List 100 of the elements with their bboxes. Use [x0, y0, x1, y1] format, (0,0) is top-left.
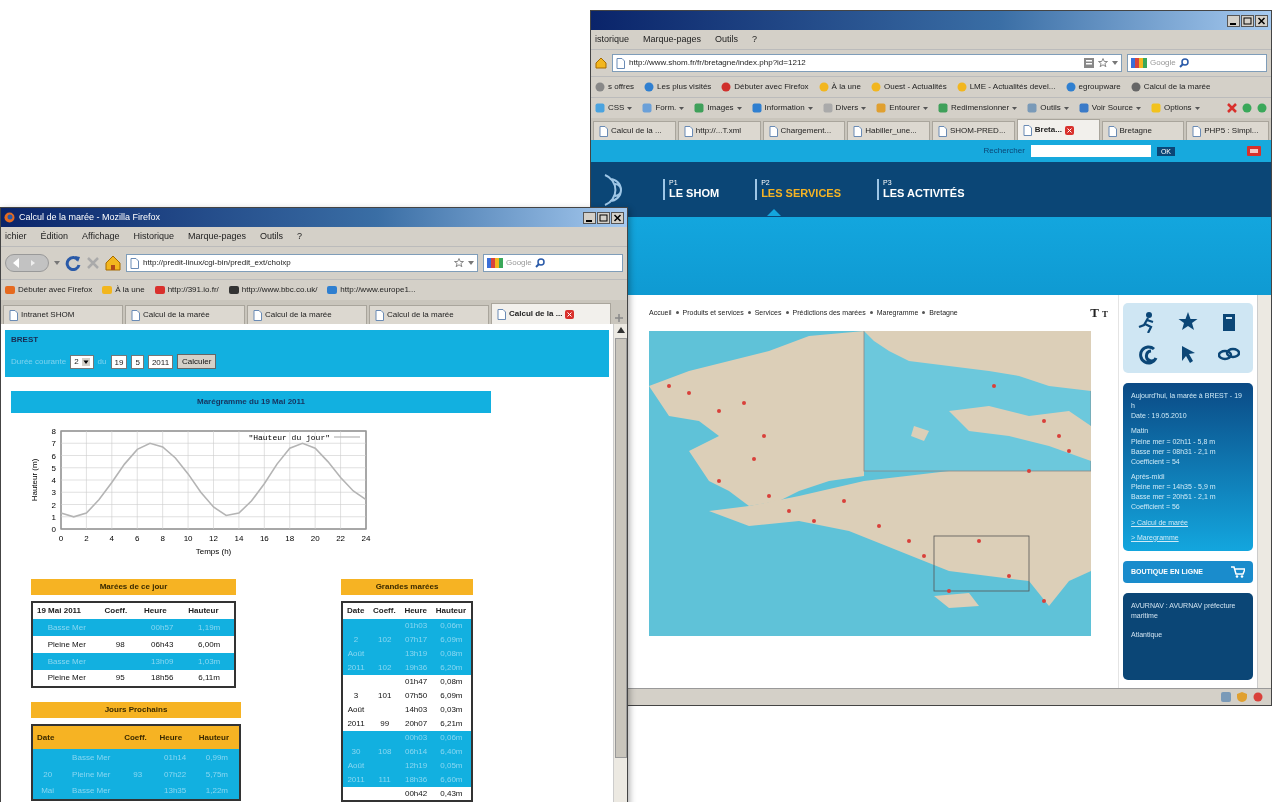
minimize-icon[interactable] — [1227, 14, 1240, 27]
duration-select[interactable]: 2 — [70, 354, 94, 369]
address-bar[interactable]: http://predit-linux/cgi-bin/predit_ext/choixp — [126, 254, 478, 272]
table-cell: 07h50 — [404, 691, 428, 700]
flag-icon[interactable] — [1247, 146, 1261, 156]
bookmark-icon — [644, 82, 655, 92]
plugin-icon[interactable] — [1253, 692, 1263, 702]
toolbar-menu[interactable]: Voir Source — [1078, 102, 1142, 114]
menu-item[interactable]: ichier — [5, 229, 27, 244]
search-icon[interactable] — [534, 258, 545, 268]
browser-tab[interactable]: SHOM-PRED... — [932, 121, 1015, 140]
table-cell: 98 — [115, 639, 125, 649]
bookmark[interactable]: Débuter avec Firefox — [5, 284, 93, 296]
x-tick-label: 12 — [209, 534, 218, 543]
tool-icon — [876, 103, 887, 113]
scroll-thumb[interactable] — [614, 338, 627, 758]
bookmark[interactable]: http://www.bbc.co.uk/ — [228, 284, 318, 296]
toolbar-menu[interactable]: Outils — [1027, 102, 1069, 114]
close-tab-icon[interactable] — [565, 309, 575, 319]
menu-item[interactable]: Marque-pages — [187, 229, 246, 244]
toolbar-menu[interactable]: Images — [694, 102, 742, 114]
bookmark[interactable]: LME - Actualités devel... — [956, 81, 1056, 93]
toolbar-menu[interactable]: Redimensionner — [937, 102, 1018, 114]
browser-tab[interactable]: Calcul de la marée — [247, 305, 367, 324]
menu-item[interactable]: ? — [752, 32, 758, 47]
toolbar-menu[interactable]: Form. — [642, 102, 685, 114]
bookmark[interactable]: Débuter avec Firefox — [721, 81, 809, 93]
table-cell: 3 — [353, 691, 359, 700]
browser-tab[interactable]: Calcul de la marée — [369, 305, 489, 324]
menu-item[interactable]: istorique — [595, 32, 630, 47]
browser-tab[interactable]: PHP5 : Simpl... — [1186, 121, 1269, 140]
column-header: Date — [32, 725, 63, 749]
toolbar-menu[interactable]: Entourer — [876, 102, 928, 114]
reload-icon[interactable] — [65, 255, 81, 271]
close-tab-icon[interactable] — [1064, 125, 1074, 135]
scroll-up-icon[interactable] — [615, 326, 626, 334]
caret-icon[interactable] — [54, 261, 60, 265]
browser-tab[interactable]: Calcul de la marée — [125, 305, 245, 324]
maximize-icon[interactable] — [597, 211, 610, 224]
site-search-field[interactable] — [1030, 145, 1151, 157]
browser-tab[interactable]: Calcul de la ... — [491, 303, 611, 324]
table-cell: 0,43m — [440, 788, 463, 798]
toolbar-menu[interactable]: Options — [1151, 102, 1200, 114]
table-cell: 01h14 — [164, 752, 187, 762]
browser-tab[interactable]: Habiller_une... — [847, 121, 930, 140]
browser-tab[interactable]: http://...T.xml — [677, 121, 761, 140]
table-cell: 0,05m — [440, 761, 463, 770]
star-icon[interactable] — [1177, 311, 1199, 333]
browser-tab[interactable]: Breta... — [1016, 119, 1100, 140]
house-icon[interactable] — [595, 57, 607, 69]
menu-item[interactable]: Outils — [715, 32, 739, 47]
browser-tab[interactable]: Chargement... — [762, 121, 846, 140]
close-icon[interactable] — [1255, 14, 1268, 27]
bookmark[interactable]: À la une — [102, 284, 145, 296]
bookmark[interactable]: Les plus visités — [644, 81, 712, 93]
toolbar-menu[interactable]: CSS — [595, 102, 633, 114]
bookmark[interactable]: http://391.io.fr/ — [154, 284, 219, 296]
star-icon[interactable] — [1098, 58, 1108, 68]
month-field[interactable]: 5 — [131, 354, 144, 369]
scrollbar[interactable] — [613, 324, 627, 802]
caret-icon — [1136, 106, 1142, 110]
caret-icon — [1063, 106, 1069, 110]
larger-text-button[interactable]: T — [1090, 303, 1099, 323]
back-forward-icon[interactable] — [5, 252, 49, 274]
caret-icon[interactable] — [468, 261, 474, 265]
house-icon[interactable] — [105, 255, 121, 271]
bookmark[interactable]: À la une — [818, 81, 861, 93]
toolbar-menu[interactable]: Information — [751, 102, 813, 114]
close-icon[interactable] — [611, 211, 624, 224]
error-icon[interactable] — [1227, 103, 1237, 113]
y-tick-label: 3 — [51, 488, 56, 498]
browser-tab[interactable]: Intranet SHOM — [3, 305, 123, 324]
menu-item[interactable]: Affichage — [82, 229, 120, 244]
menu-item[interactable]: Édition — [40, 229, 69, 244]
address-text: http://www.shom.fr/fr/bretagne/index.php?id=1212 — [629, 57, 807, 69]
bookmark[interactable]: Calcul de la marée — [1130, 81, 1211, 93]
calculate-button[interactable]: Calculer — [177, 354, 217, 369]
browser-tab[interactable]: Bretagne — [1101, 121, 1185, 140]
separator-icon — [747, 311, 751, 315]
bookmark[interactable]: Ouest - Actualités — [870, 81, 947, 93]
menu-item[interactable]: Outils — [260, 229, 283, 244]
bookmark[interactable]: http://www.europe1... — [327, 284, 416, 296]
bookmark[interactable]: egroupware — [1065, 81, 1121, 93]
search-icon[interactable] — [1178, 58, 1189, 68]
bookmark[interactable]: s offres — [595, 81, 635, 93]
browser-tab[interactable]: Calcul de la ... — [593, 121, 676, 140]
address-bar[interactable]: http://www.shom.fr/fr/bretagne/index.php?id=1212 — [612, 54, 1122, 72]
caret-icon[interactable] — [1112, 61, 1118, 65]
maximize-icon[interactable] — [1241, 14, 1254, 27]
smaller-text-button[interactable]: T — [1102, 308, 1108, 322]
menu-item[interactable]: ? — [297, 229, 303, 244]
year-field[interactable]: 2011 — [147, 354, 174, 369]
scrollbar[interactable] — [1257, 295, 1271, 688]
day-field[interactable]: 19 — [110, 354, 128, 369]
menu-item[interactable]: Historique — [133, 229, 174, 244]
star-icon[interactable] — [454, 258, 464, 268]
feed-icon[interactable] — [1084, 58, 1094, 68]
toolbar-menu[interactable]: Divers — [822, 102, 867, 114]
menu-item[interactable]: Marque-pages — [643, 32, 702, 47]
minimize-icon[interactable] — [583, 211, 596, 224]
